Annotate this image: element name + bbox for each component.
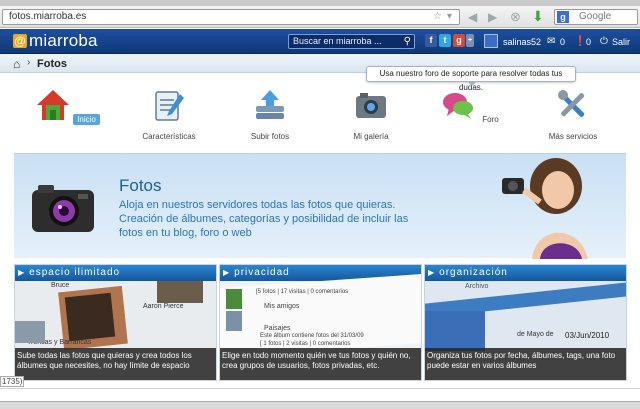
site-search-input[interactable]: Buscar en miarroba ... ⚲ xyxy=(288,34,415,49)
panel-preview: [5 fotos | 17 visitas | 0 comentarios Mi… xyxy=(220,273,421,358)
back-icon[interactable]: ◀ xyxy=(468,10,477,24)
username[interactable]: salinas52 xyxy=(503,37,541,47)
nav-item-mi-galeria[interactable]: Mi galería xyxy=(331,88,411,142)
twitter-icon[interactable]: t xyxy=(439,34,451,47)
nav-label: Más servicios xyxy=(548,132,598,141)
stop-icon[interactable]: ⊗ xyxy=(510,9,521,25)
url-text: fotos.miarroba.es xyxy=(9,11,87,22)
browser-toolbar: fotos.miarroba.es ☆ ▾ ◀ ▶ ⊗ ⬇ g Google xyxy=(0,6,640,28)
nav-label: Inicio xyxy=(73,114,100,125)
arrow-right-icon: ▶ xyxy=(18,268,26,277)
site-header: @ miarroba Buscar en miarroba ... ⚲ f t … xyxy=(0,29,640,54)
site-search-placeholder: Buscar en miarroba ... xyxy=(293,36,382,46)
model-photo xyxy=(502,158,588,259)
panel-preview: Archivo de Mayo de 03/Jun/2010 xyxy=(425,281,626,351)
preview-label: 03/Jun/2010 xyxy=(565,331,610,340)
panel-title: privacidad xyxy=(234,267,290,278)
facebook-icon[interactable]: f xyxy=(425,34,437,47)
dropdown-arrow-icon[interactable]: ▾ xyxy=(447,10,452,24)
camera-icon xyxy=(356,93,386,118)
url-input[interactable]: fotos.miarroba.es ☆ ▾ xyxy=(2,9,460,25)
tools-icon xyxy=(558,90,585,117)
nav-item-inicio[interactable]: Inicio xyxy=(28,88,108,125)
panel-caption: Sube todas las fotos que quieras y crea … xyxy=(15,348,216,380)
preview-label: de Mayo de xyxy=(517,331,554,338)
camera-icon xyxy=(32,185,94,232)
logo-at-icon[interactable]: @ xyxy=(13,34,27,48)
preview-label: Archivo xyxy=(465,283,489,290)
nav-item-foro[interactable]: Foro xyxy=(432,88,512,125)
forum-tooltip: Usa nuestro foro de soporte para resolve… xyxy=(366,66,576,92)
forward-icon[interactable]: ▶ xyxy=(488,10,497,24)
avatar[interactable] xyxy=(484,34,498,48)
chat-icon xyxy=(443,93,474,119)
messages-count[interactable]: 0 xyxy=(560,37,565,47)
home-icon[interactable]: ⌂ xyxy=(13,57,20,71)
breadcrumb-separator-icon: › xyxy=(27,57,31,68)
panel-preview: Bruce Aaron Pierce Trencas y Barrancas xyxy=(15,281,216,351)
photo-thumbnail xyxy=(157,281,203,303)
arrow-right-icon: ▶ xyxy=(428,268,436,277)
nav-label: Mi galería xyxy=(353,132,389,141)
album-thumbnail xyxy=(226,289,242,309)
hero-title: Fotos xyxy=(119,176,162,195)
nav-item-caracteristicas[interactable]: Características xyxy=(129,88,209,142)
nav-label: Foro xyxy=(482,115,499,124)
preview-label: Aaron Pierce xyxy=(143,303,184,310)
bookmark-star-icon[interactable]: ☆ xyxy=(433,10,442,24)
nav-item-mas-servicios[interactable]: Más servicios xyxy=(533,88,613,142)
preview-block xyxy=(425,311,485,351)
home-icon xyxy=(37,90,70,120)
preview-label: Bruce xyxy=(51,282,70,289)
alerts-count[interactable]: 0 xyxy=(586,37,591,47)
preview-label: Mis amigos xyxy=(264,303,300,310)
hero-banner: Fotos Aloja en nuestros servidores todas… xyxy=(14,153,626,259)
photo-thumbnail-inner xyxy=(64,292,116,342)
edit-icon xyxy=(155,91,184,121)
arrow-right-icon: ▶ xyxy=(223,268,231,277)
panel-title: organización xyxy=(439,267,508,278)
preview-label: [5 fotos | 17 visitas | 0 comentarios xyxy=(256,289,349,295)
feature-panel-espacio: ▶ espacio ilimitado Bruce Aaron Pierce Tr… xyxy=(14,264,217,381)
power-icon[interactable]: ⏻ xyxy=(600,36,608,47)
logout-link[interactable]: Salir xyxy=(612,37,630,47)
panel-title: espacio ilimitado xyxy=(29,267,121,278)
panel-header: ▶ organización xyxy=(425,265,626,281)
alert-icon[interactable]: ❗ xyxy=(574,36,586,47)
album-thumbnail xyxy=(226,311,242,331)
search-icon[interactable]: ⚲ xyxy=(404,35,411,48)
page-title: Fotos xyxy=(37,58,67,70)
browser-search-placeholder: Google xyxy=(579,11,612,22)
feature-panel-privacidad: ▶ privacidad [5 fotos | 17 visitas | 0 co… xyxy=(219,264,422,381)
hero-description: Aloja en nuestros servidores todas las f… xyxy=(119,199,409,239)
upload-icon xyxy=(256,90,284,119)
nav-item-subir-fotos[interactable]: Subir fotos xyxy=(230,88,310,142)
panel-caption: Organiza tus fotos por fecha, álbumes, t… xyxy=(425,348,626,380)
photo-thumbnail xyxy=(15,321,45,343)
status-tab: 1735) xyxy=(0,376,25,387)
taskbar xyxy=(0,401,640,409)
nav-label: Características xyxy=(142,132,196,141)
site-logo[interactable]: miarroba xyxy=(29,31,98,51)
google-plus-icon[interactable]: g xyxy=(453,34,465,47)
panel-caption: Elige en todo momento quién ve tus fotos… xyxy=(220,348,421,380)
panel-header: ▶ espacio ilimitado xyxy=(15,265,216,281)
nav-label: Subir fotos xyxy=(250,132,290,141)
browser-search-field[interactable]: g Google xyxy=(554,9,638,25)
mail-icon[interactable]: ✉ xyxy=(547,36,555,47)
feature-panel-organizacion: ▶ organización Archivo de Mayo de 03/Jun/… xyxy=(424,264,627,381)
google-icon[interactable]: g xyxy=(557,11,569,23)
download-icon[interactable]: ⬇ xyxy=(532,8,544,25)
more-share-icon[interactable]: + xyxy=(466,34,474,47)
